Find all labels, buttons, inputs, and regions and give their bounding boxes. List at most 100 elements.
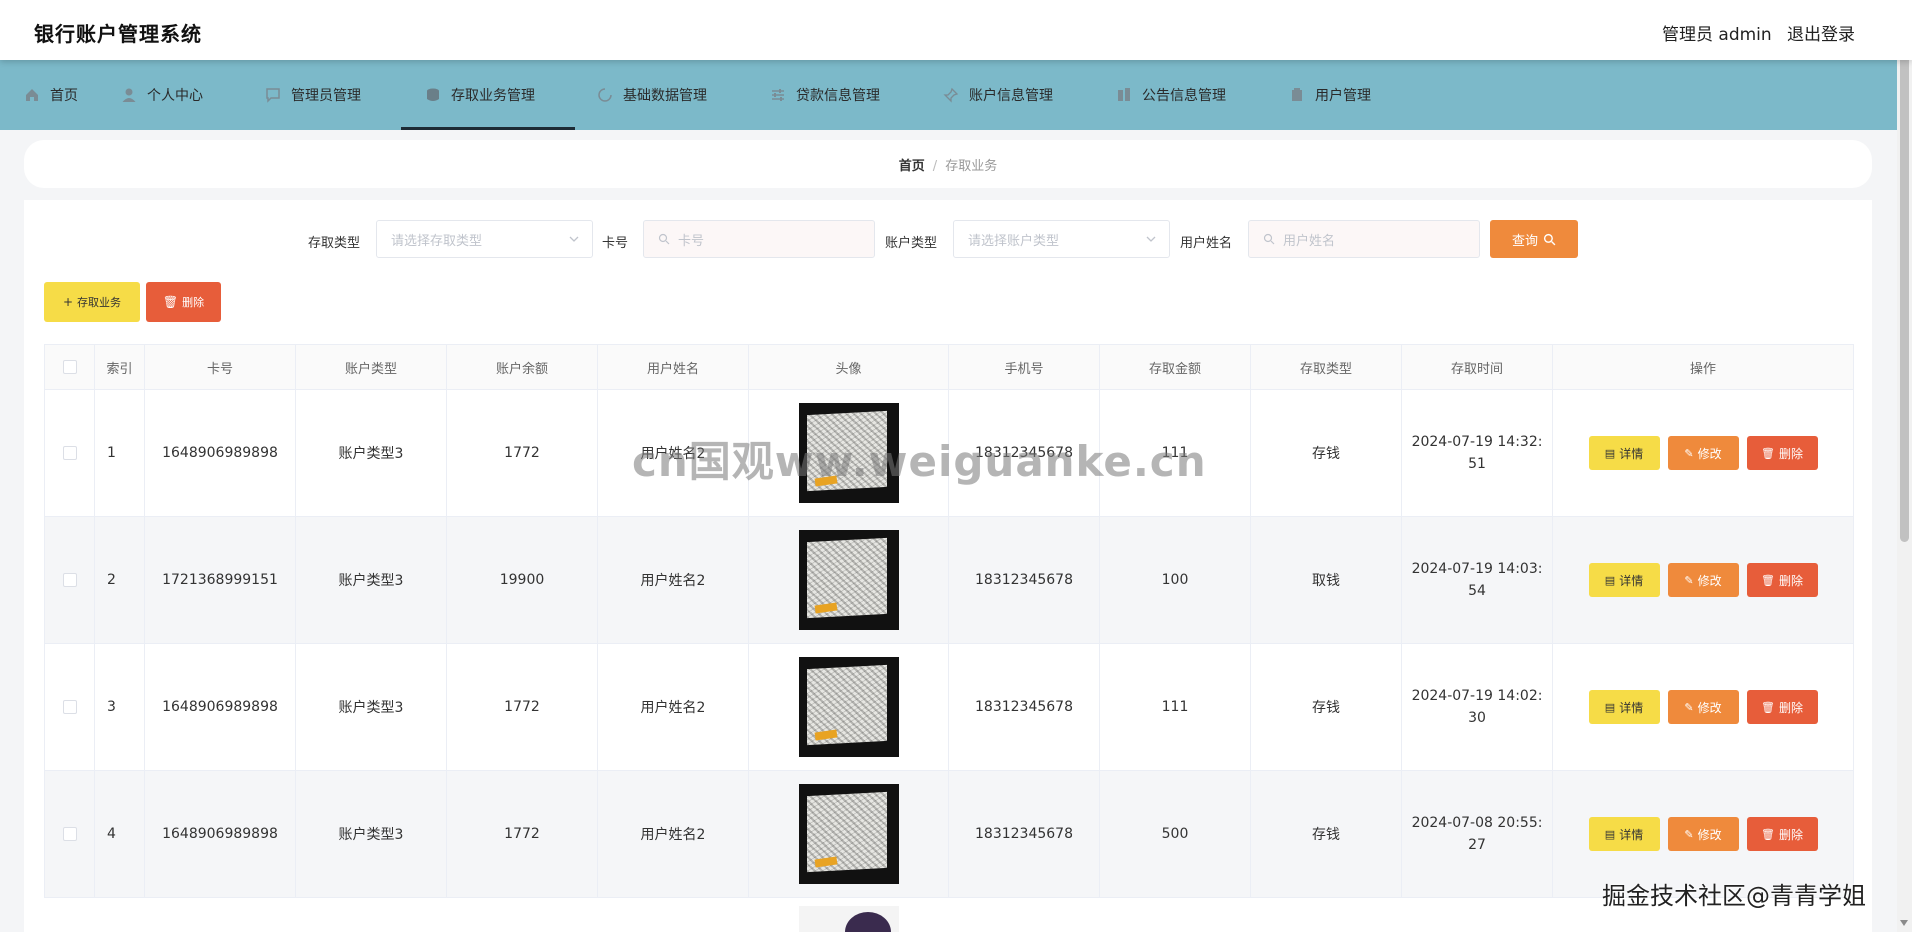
breadcrumb-current: 存取业务 bbox=[945, 159, 998, 174]
edit-button[interactable]: ✎ 修改 bbox=[1667, 817, 1739, 851]
table-header-row: 索引 卡号 账户类型 账户余额 用户姓名 头像 手机号 存取金额 存取类型 存取… bbox=[44, 344, 1854, 390]
type-select-placeholder: 请选择存取类型 bbox=[391, 233, 483, 249]
cell-index: 2 bbox=[94, 516, 145, 644]
cell-account-type: 账户类型3 bbox=[295, 770, 447, 898]
detail-button[interactable]: ▤ 详情 bbox=[1588, 817, 1660, 851]
card-input[interactable]: 卡号 bbox=[643, 220, 875, 258]
cell-balance: 1772 bbox=[446, 770, 598, 898]
batch-delete-button-label: 删除 bbox=[182, 296, 205, 309]
breadcrumb-home[interactable]: 首页 bbox=[899, 159, 925, 174]
pencil-icon: ✎ bbox=[1684, 573, 1694, 587]
row-checkbox-cell[interactable] bbox=[44, 770, 95, 898]
detail-button-label: 详情 bbox=[1619, 573, 1644, 588]
cell-amount: 100 bbox=[1099, 516, 1251, 644]
detail-button[interactable]: ▤ 详情 bbox=[1588, 563, 1660, 597]
row-checkbox[interactable] bbox=[62, 827, 77, 841]
cell-card: 1721368999151 bbox=[144, 516, 296, 644]
avatar[interactable] bbox=[798, 530, 899, 630]
account-type-placeholder: 请选择账户类型 bbox=[968, 233, 1060, 249]
scrollbar-thumb[interactable] bbox=[1900, 22, 1909, 542]
document-icon: ▤ bbox=[1604, 827, 1616, 841]
query-button[interactable]: 查询 bbox=[1490, 220, 1578, 258]
row-checkbox[interactable] bbox=[62, 446, 77, 460]
cell-type: 存钱 bbox=[1250, 643, 1402, 771]
delete-button[interactable]: 🗑 删除 bbox=[1746, 563, 1818, 597]
nav-item-users[interactable]: 用户管理 bbox=[1289, 60, 1371, 130]
cell-actions: ▤ 详情 ✎ 修改 🗑 删除 bbox=[1552, 516, 1854, 644]
cell-index: 1 bbox=[94, 389, 145, 517]
batch-delete-button[interactable]: 🗑 删除 bbox=[146, 282, 221, 322]
detail-button[interactable]: ▤ 详情 bbox=[1588, 436, 1660, 470]
edit-button[interactable]: ✎ 修改 bbox=[1667, 563, 1739, 597]
row-checkbox-cell[interactable] bbox=[44, 516, 95, 644]
nav-item-label: 贷款信息管理 bbox=[796, 88, 880, 104]
cell-actions: ▤ 详情 ✎ 修改 🗑 删除 bbox=[1552, 643, 1854, 771]
row-checkbox-cell[interactable] bbox=[44, 643, 95, 771]
detail-button[interactable]: ▤ 详情 bbox=[1588, 690, 1660, 724]
column-header: 账户类型 bbox=[295, 344, 447, 390]
edit-button[interactable]: ✎ 修改 bbox=[1667, 690, 1739, 724]
add-deposit-button[interactable]: + 存取业务 bbox=[44, 282, 140, 322]
page-scrollbar[interactable] bbox=[1897, 0, 1912, 932]
cell-username: 用户姓名2 bbox=[597, 770, 749, 898]
delete-button[interactable]: 🗑 删除 bbox=[1746, 817, 1818, 851]
cell-type: 取钱 bbox=[1250, 516, 1402, 644]
nav-item-loan[interactable]: 贷款信息管理 bbox=[770, 60, 880, 130]
row-checkbox[interactable] bbox=[62, 573, 77, 587]
cell-balance: 1772 bbox=[446, 643, 598, 771]
breadcrumb: 首页 / 存取业务 bbox=[24, 155, 1872, 174]
watermark-corner: 掘金技术社区@青青学姐 bbox=[1602, 882, 1866, 910]
detail-button-label: 详情 bbox=[1619, 446, 1644, 461]
avatar[interactable] bbox=[799, 906, 899, 932]
nav-item-label: 个人中心 bbox=[147, 88, 203, 104]
type-select[interactable]: 请选择存取类型 bbox=[376, 220, 593, 258]
account-type-select[interactable]: 请选择账户类型 bbox=[953, 220, 1170, 258]
pin-icon bbox=[943, 87, 959, 103]
nav-item-basic-data[interactable]: 基础数据管理 bbox=[597, 60, 707, 130]
trash-icon: 🗑 bbox=[1761, 573, 1775, 587]
cell-type: 存钱 bbox=[1250, 770, 1402, 898]
delete-button[interactable]: 🗑 删除 bbox=[1746, 436, 1818, 470]
top-header: 银行账户管理系统 管理员 admin 退出登录 bbox=[0, 0, 1912, 60]
username-label: 用户姓名 bbox=[1180, 236, 1233, 251]
nav-item-label: 存取业务管理 bbox=[451, 88, 535, 104]
logout-link[interactable]: 退出登录 bbox=[1787, 20, 1855, 45]
row-checkbox[interactable] bbox=[62, 700, 77, 714]
delete-button-label: 删除 bbox=[1778, 446, 1803, 461]
search-icon bbox=[1543, 233, 1556, 245]
cell-phone: 18312345678 bbox=[948, 516, 1100, 644]
cell-avatar bbox=[748, 770, 949, 898]
nav-item-deposit[interactable]: 存取业务管理 bbox=[401, 60, 575, 130]
cell-amount: 500 bbox=[1099, 770, 1251, 898]
trash-icon: 🗑 bbox=[1761, 700, 1775, 714]
card-label: 卡号 bbox=[602, 236, 629, 251]
detail-button-label: 详情 bbox=[1619, 827, 1644, 842]
nav-item-account[interactable]: 账户信息管理 bbox=[943, 60, 1053, 130]
select-all-checkbox-cell[interactable] bbox=[44, 344, 95, 390]
column-header: 手机号 bbox=[948, 344, 1100, 390]
nav-item-label: 用户管理 bbox=[1315, 88, 1371, 104]
select-all-checkbox[interactable] bbox=[62, 360, 77, 374]
avatar[interactable] bbox=[798, 784, 899, 884]
edit-button[interactable]: ✎ 修改 bbox=[1667, 436, 1739, 470]
nav-item-home[interactable]: 首页 bbox=[24, 60, 78, 130]
document-icon: ▤ bbox=[1604, 446, 1616, 460]
nav-item-profile[interactable]: 个人中心 bbox=[121, 60, 203, 130]
breadcrumb-separator: / bbox=[932, 159, 938, 174]
delete-button-label: 删除 bbox=[1778, 700, 1803, 715]
delete-button[interactable]: 🗑 删除 bbox=[1746, 690, 1818, 724]
avatar[interactable] bbox=[798, 657, 899, 757]
table-row: 4 1648906989898 账户类型3 1772 用户姓名2 1831234… bbox=[44, 770, 1854, 898]
cell-avatar bbox=[748, 643, 949, 771]
nav-item-admin[interactable]: 管理员管理 bbox=[265, 60, 361, 130]
loading-icon bbox=[597, 87, 613, 103]
column-header: 账户余额 bbox=[446, 344, 598, 390]
row-checkbox-cell[interactable] bbox=[44, 389, 95, 517]
nav-item-notice[interactable]: 公告信息管理 bbox=[1116, 60, 1226, 130]
plus-icon: + bbox=[62, 295, 74, 309]
nav-item-label: 首页 bbox=[50, 88, 78, 104]
scroll-down-icon[interactable] bbox=[1900, 920, 1908, 926]
trash-icon: 🗑 bbox=[162, 295, 179, 309]
cell-username: 用户姓名2 bbox=[597, 643, 749, 771]
username-input[interactable]: 用户姓名 bbox=[1248, 220, 1480, 258]
